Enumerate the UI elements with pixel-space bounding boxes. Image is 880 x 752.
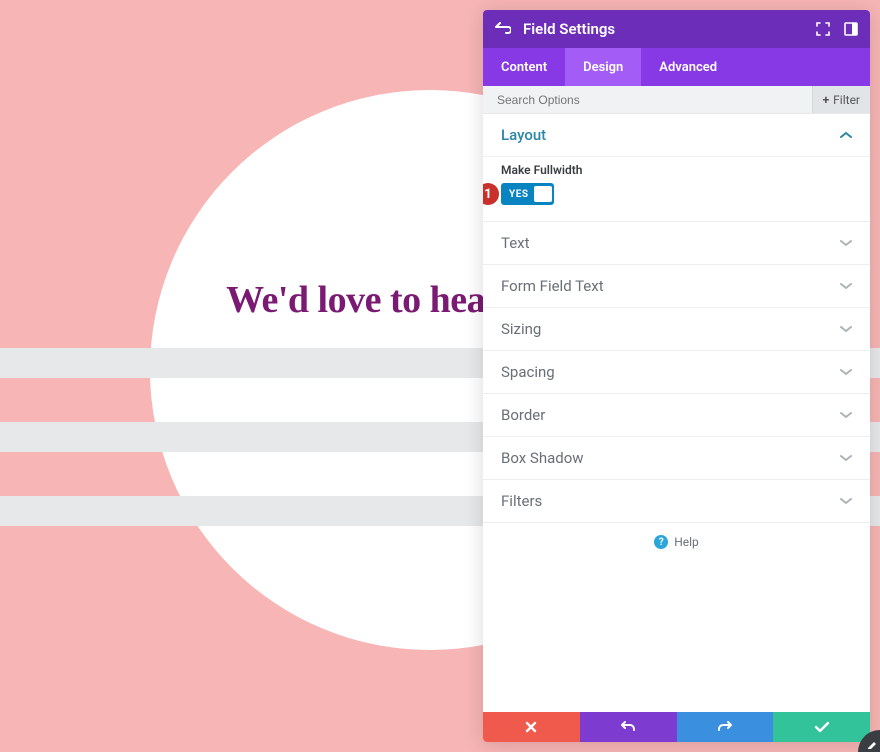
toggle-knob: [534, 186, 552, 202]
fullwidth-toggle[interactable]: YES: [501, 183, 554, 205]
field-fullwidth-label: Make Fullwidth: [501, 163, 852, 177]
search-row: + Filter: [483, 86, 870, 114]
panel-header-actions: [816, 22, 858, 36]
chevron-down-icon: [840, 368, 852, 376]
chevron-down-icon: [840, 497, 852, 505]
undo-button[interactable]: [580, 712, 677, 742]
section-label: Spacing: [501, 363, 555, 381]
section-label: Layout: [501, 126, 546, 144]
filter-button[interactable]: + Filter: [812, 86, 870, 113]
section-form-field-text[interactable]: Form Field Text: [483, 265, 870, 308]
toggle-state-label: YES: [509, 189, 528, 200]
tab-content[interactable]: Content: [483, 48, 565, 86]
chevron-down-icon: [840, 411, 852, 419]
panel-header: Field Settings: [483, 10, 870, 48]
tabs: Content Design Advanced: [483, 48, 870, 86]
section-spacing[interactable]: Spacing: [483, 351, 870, 394]
section-text[interactable]: Text: [483, 222, 870, 265]
help-label: Help: [674, 535, 699, 549]
chevron-down-icon: [840, 239, 852, 247]
section-label: Sizing: [501, 320, 541, 338]
filter-label: Filter: [833, 93, 860, 107]
section-label: Filters: [501, 492, 542, 510]
plus-icon: +: [823, 93, 830, 107]
redo-icon: [717, 720, 733, 734]
cancel-button[interactable]: [483, 712, 580, 742]
annotation-marker: 1: [483, 183, 499, 205]
undo-icon: [620, 720, 636, 734]
section-label: Box Shadow: [501, 449, 584, 467]
expand-icon[interactable]: [816, 22, 830, 36]
help-row[interactable]: ? Help: [483, 523, 870, 561]
settings-panel: Field Settings Content Design Advanced +…: [483, 10, 870, 742]
chevron-down-icon: [840, 325, 852, 333]
section-layout-body: Make Fullwidth 1 YES: [483, 157, 870, 222]
section-sizing[interactable]: Sizing: [483, 308, 870, 351]
search-input[interactable]: [483, 93, 812, 107]
section-box-shadow[interactable]: Box Shadow: [483, 437, 870, 480]
fullwidth-toggle-wrap: 1 YES: [501, 183, 852, 205]
tab-advanced[interactable]: Advanced: [641, 48, 735, 86]
dock-icon[interactable]: [844, 22, 858, 36]
panel-footer: [483, 712, 870, 742]
section-filters[interactable]: Filters: [483, 480, 870, 523]
tab-design[interactable]: Design: [565, 48, 641, 86]
section-layout[interactable]: Layout: [483, 114, 870, 157]
chevron-down-icon: [840, 454, 852, 462]
sections-container: Layout Make Fullwidth 1 YES Text Form Fi…: [483, 114, 870, 712]
section-label: Border: [501, 406, 545, 424]
close-icon: [524, 720, 538, 734]
chevron-up-icon: [840, 131, 852, 139]
pencil-icon: [867, 739, 877, 749]
back-icon[interactable]: [495, 22, 511, 36]
section-border[interactable]: Border: [483, 394, 870, 437]
save-button[interactable]: [773, 712, 870, 742]
panel-title: Field Settings: [523, 20, 804, 38]
section-label: Text: [501, 234, 530, 252]
help-icon: ?: [654, 535, 668, 549]
chevron-down-icon: [840, 282, 852, 290]
check-icon: [814, 721, 830, 733]
redo-button[interactable]: [677, 712, 774, 742]
section-label: Form Field Text: [501, 277, 604, 295]
